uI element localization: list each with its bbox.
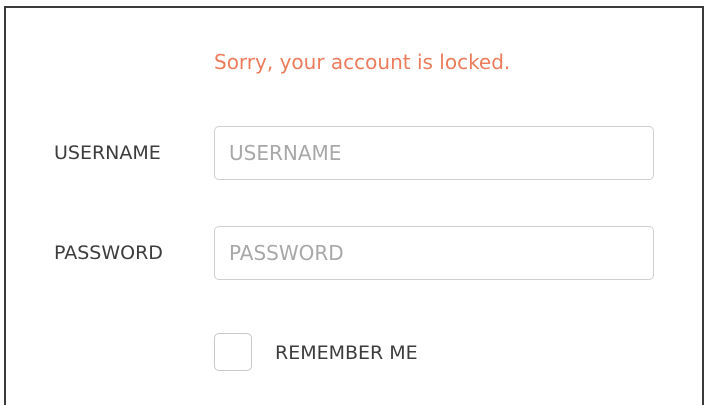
password-input[interactable] <box>214 226 654 280</box>
remember-me-label[interactable]: REMEMBER ME <box>275 342 418 364</box>
password-label: PASSWORD <box>54 242 163 264</box>
login-panel: Sorry, your account is locked. USERNAME … <box>4 6 704 405</box>
username-label: USERNAME <box>54 142 161 164</box>
account-locked-error: Sorry, your account is locked. <box>214 50 511 74</box>
remember-me-checkbox[interactable] <box>214 333 252 371</box>
username-input[interactable] <box>214 126 654 180</box>
